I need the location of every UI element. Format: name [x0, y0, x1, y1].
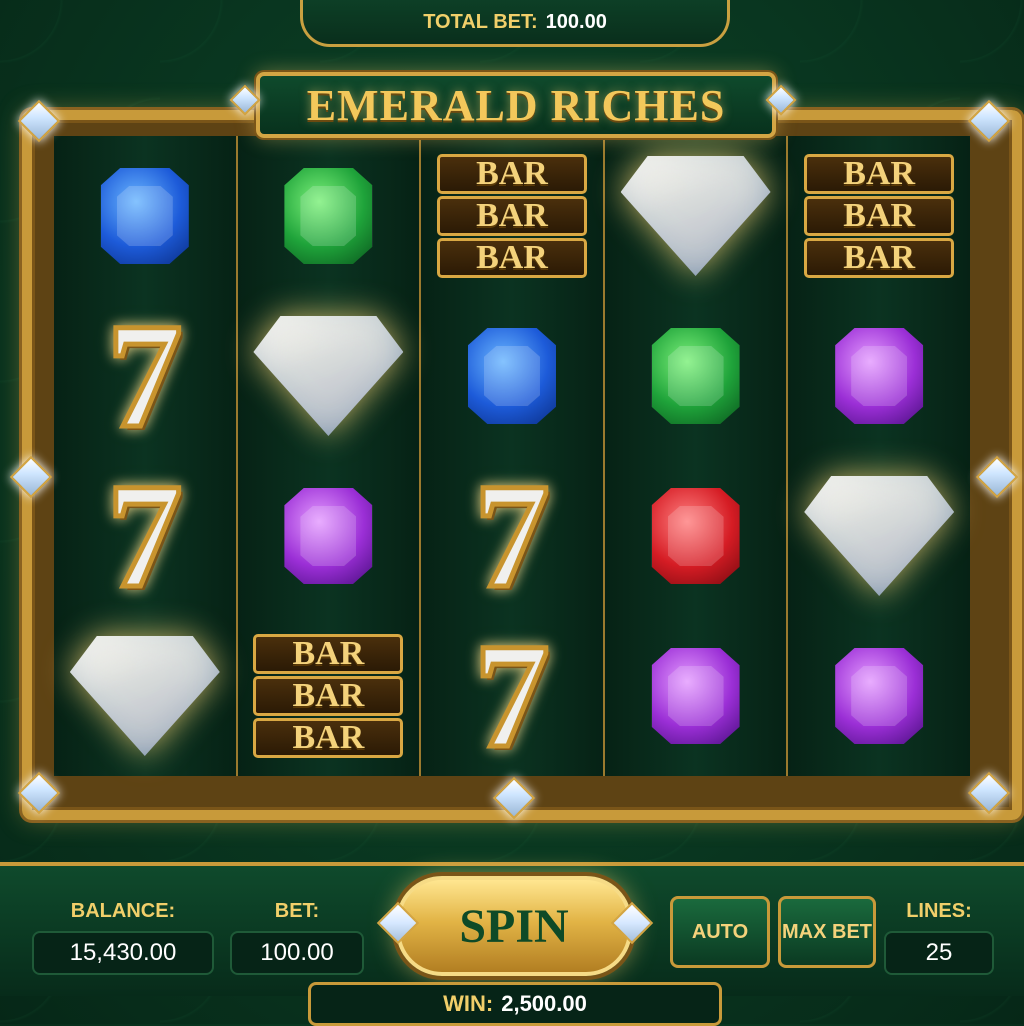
total-bet-label: TOTAL BET:: [423, 10, 538, 33]
max-bet-button[interactable]: MAX BET: [778, 896, 876, 968]
diamond-icon: [69, 636, 220, 756]
reel-cell: [605, 296, 787, 456]
reel-cell: BAR BAR BAR: [238, 616, 420, 776]
seven-symbol: 7: [105, 453, 185, 619]
blue-gem-icon: [100, 168, 189, 264]
bar-plate: BAR: [804, 154, 955, 194]
total-bet-value: 100.00: [545, 10, 607, 33]
reel-cell: 7: [421, 456, 603, 616]
diamond-shape: [804, 476, 955, 596]
reel-3: BAR BAR BAR 7 7: [421, 136, 605, 776]
reel-cell: [605, 136, 787, 296]
reel-4: [604, 136, 789, 776]
reel-cell: 7: [421, 616, 603, 776]
reel-cell: [421, 296, 603, 456]
seven-symbol: 7: [472, 613, 552, 779]
reel-cell: BAR BAR BAR: [421, 136, 603, 296]
total-bet-display: TOTAL BET: 100.00: [300, 0, 730, 47]
win-label: WIN:: [443, 991, 494, 1016]
reel-1: 77: [54, 136, 238, 776]
purple-gem-icon: [835, 328, 924, 424]
diamond-shape: [620, 156, 771, 276]
reel-5: BAR BAR BAR: [788, 136, 970, 776]
bar-plate: BAR: [253, 676, 404, 716]
balance-value: 15,430.00: [32, 931, 214, 975]
bar-plate: BAR: [804, 238, 955, 278]
reels-area: 7 7 BAR BAR BAR BAR BAR BAR 7 7 BAR BAR BAR: [54, 136, 970, 776]
reel-cell: [788, 616, 970, 776]
diamond-shape: [253, 316, 404, 436]
win-display: WIN: 2,500.00: [308, 982, 722, 1026]
seven-symbol: 7: [472, 453, 552, 619]
reel-cell: [788, 456, 970, 616]
reel-cell: 7: [54, 456, 236, 616]
bar-plate: BAR: [804, 196, 955, 236]
balance-label: BALANCE:: [70, 900, 176, 922]
reel-2: BAR BAR BAR: [237, 136, 422, 776]
diamond-icon: [620, 156, 771, 276]
seven-symbol: 7: [105, 293, 185, 459]
triple-bar-symbol: BAR BAR BAR: [436, 154, 587, 278]
balance-box: BALANCE: 15,430.00: [32, 900, 214, 975]
reel-cell: [54, 616, 236, 776]
reel-cell: [238, 136, 420, 296]
reel-cell: 7: [54, 296, 236, 456]
bar-plate: BAR: [253, 634, 404, 674]
spin-button[interactable]: SPIN: [396, 876, 632, 976]
triple-bar-symbol: BAR BAR BAR: [253, 634, 404, 758]
game-title: EMERALD RICHES: [256, 72, 776, 138]
reel-cell: [605, 456, 787, 616]
bar-plate: BAR: [436, 196, 587, 236]
reel-cell: [788, 296, 970, 456]
triple-bar-symbol: BAR BAR BAR: [804, 154, 955, 278]
auto-button[interactable]: AUTO: [670, 896, 770, 968]
reel-cell: [238, 296, 420, 456]
bet-label: BET:: [274, 900, 320, 922]
diamond-icon: [804, 476, 955, 596]
lines-box: LINES: 25: [884, 900, 994, 975]
red-gem-icon: [651, 488, 740, 584]
lines-label: LINES:: [906, 900, 972, 922]
reel-cell: [54, 136, 236, 296]
reel-cell: [605, 616, 787, 776]
win-value: 2,500.00: [501, 991, 587, 1016]
reel-cell: [238, 456, 420, 616]
green-gem-icon: [284, 168, 373, 264]
diamond-icon: [253, 316, 404, 436]
blue-gem-icon: [467, 328, 556, 424]
diamond-shape: [69, 636, 220, 756]
reel-cell: BAR BAR BAR: [788, 136, 970, 296]
bar-plate: BAR: [436, 154, 587, 194]
purple-gem-icon: [284, 488, 373, 584]
bet-box: BET: 100.00: [230, 900, 364, 975]
purple-gem-icon: [835, 648, 924, 744]
lines-value[interactable]: 25: [884, 931, 994, 975]
bar-plate: BAR: [253, 718, 404, 758]
purple-gem-icon: [651, 648, 740, 744]
bet-value: 100.00: [230, 931, 364, 975]
green-gem-icon: [651, 328, 740, 424]
bar-plate: BAR: [436, 238, 587, 278]
